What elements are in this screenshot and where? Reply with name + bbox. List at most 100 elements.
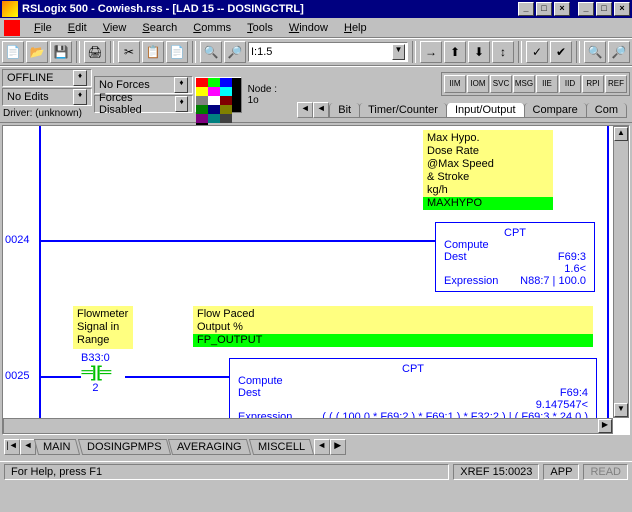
find-next-button[interactable]: 🔎: [224, 41, 246, 63]
rung24-comment[interactable]: Max Hypo. Dose Rate @Max Speed & Stroke …: [423, 130, 553, 210]
node-label: Node : 1o: [248, 84, 290, 106]
instr-ref[interactable]: REF: [605, 75, 627, 93]
menu-window[interactable]: Window: [281, 20, 336, 36]
menu-tools[interactable]: Tools: [239, 20, 281, 36]
address-input[interactable]: [251, 46, 392, 58]
online-status[interactable]: OFFLINE♦: [2, 69, 92, 87]
btab-misc[interactable]: MISCELL: [249, 439, 314, 455]
menu-edit[interactable]: Edit: [60, 20, 95, 36]
instr-iid[interactable]: IID: [559, 75, 581, 93]
save-button[interactable]: 💾: [50, 41, 72, 63]
minimize-button[interactable]: _: [578, 2, 594, 16]
status-read: READ: [583, 464, 628, 480]
zoom-in-button[interactable]: 🔍: [584, 41, 606, 63]
cut-button[interactable]: ✂: [118, 41, 140, 63]
instr-rpi[interactable]: RPI: [582, 75, 604, 93]
btab-main[interactable]: MAIN: [34, 439, 80, 455]
vscrollbar[interactable]: ▲ ▼: [613, 126, 629, 418]
instr-svc[interactable]: SVC: [490, 75, 512, 93]
menu-comms[interactable]: Comms: [185, 20, 239, 36]
tab-io[interactable]: Input/Output: [446, 103, 525, 118]
color-palette[interactable]: [195, 77, 241, 113]
scroll-up-button[interactable]: ▲: [614, 127, 628, 141]
maximize-button[interactable]: □: [596, 2, 612, 16]
verify-all-button[interactable]: ✔: [550, 41, 572, 63]
rung24-wire: [41, 240, 436, 242]
scroll-right-button[interactable]: ▶: [598, 419, 612, 433]
file-tabs: |◄ ◄ MAIN DOSINGPMPS AVERAGING MISCELL ◄…: [0, 437, 632, 457]
forces-enabled-status[interactable]: Forces Disabled♦: [94, 95, 193, 113]
address-dropdown[interactable]: ▼: [392, 44, 405, 60]
child-restore-button[interactable]: □: [536, 2, 552, 16]
prev-button[interactable]: ⬆: [444, 41, 466, 63]
btab-dosing[interactable]: DOSINGPMPS: [77, 439, 170, 455]
statusbar: For Help, press F1 XREF 15:0023 APP READ: [0, 461, 632, 481]
driver-label: Driver: (unknown): [2, 107, 92, 120]
rung24-number[interactable]: 0024: [5, 234, 29, 246]
status-xref: XREF 15:0023: [453, 464, 539, 480]
instr-iom[interactable]: IOM: [467, 75, 489, 93]
rung25-contact[interactable]: B33:0 ═] [═ 2: [81, 352, 110, 394]
copy-button[interactable]: 📋: [142, 41, 164, 63]
rung25-number[interactable]: 0025: [5, 370, 29, 382]
contact-bit: 2: [81, 382, 110, 394]
find-button[interactable]: 🔍: [200, 41, 222, 63]
btab-nav-last[interactable]: ▶: [330, 439, 346, 455]
cpt-compute-label: Compute: [444, 239, 489, 251]
paste-button[interactable]: 📄: [166, 41, 188, 63]
rung24-cpt-block[interactable]: CPT Compute DestF69:3 1.6< ExpressionN88…: [435, 222, 595, 292]
tab-timer[interactable]: Timer/Counter: [359, 103, 447, 118]
window-title: RSLogix 500 - Cowiesh.rss - [LAD 15 -- D…: [22, 3, 518, 15]
step-button[interactable]: ↕: [492, 41, 514, 63]
cpt2-dest-val: F69:4: [560, 387, 588, 399]
btab-nav-first[interactable]: |◄: [4, 439, 20, 455]
instr-iie[interactable]: IIE: [536, 75, 558, 93]
main-toolbar: 📄 📂 💾 🖨 ✂ 📋 📄 🔍 🔎 ▼ → ⬆ ⬇ ↕ ✓ ✔ 🔍 🔎: [0, 38, 632, 66]
menu-view[interactable]: View: [95, 20, 135, 36]
cpt-expr-val: N88:7 | 100.0: [520, 275, 586, 287]
tab-nav-prev[interactable]: ◄: [313, 102, 329, 118]
doc-icon: [4, 20, 20, 36]
rung25-contact-comment[interactable]: Flowmeter Signal in Range: [73, 306, 133, 349]
menu-file[interactable]: File: [26, 20, 60, 36]
rung25-wire2: [125, 376, 230, 378]
edits-status[interactable]: No Edits♦: [2, 88, 92, 106]
rung24-tag: MAXHYPO: [423, 197, 553, 210]
cpt2-title: CPT: [398, 363, 428, 375]
rung25-out-comment[interactable]: Flow Paced Output %FP_OUTPUT: [193, 306, 593, 347]
tab-bit[interactable]: Bit: [329, 103, 360, 118]
cpt-expr-label: Expression: [444, 275, 498, 287]
close-button[interactable]: ×: [614, 2, 630, 16]
open-button[interactable]: 📂: [26, 41, 48, 63]
zoom-out-button[interactable]: 🔎: [608, 41, 630, 63]
right-rail: [607, 126, 609, 434]
tab-com[interactable]: Com: [586, 103, 627, 118]
goto-button[interactable]: →: [420, 41, 442, 63]
scroll-down-button[interactable]: ▼: [614, 403, 628, 417]
btab-nav-next[interactable]: ◄: [314, 439, 330, 455]
hscrollbar[interactable]: ▶: [3, 418, 613, 434]
instr-msg[interactable]: MSG: [513, 75, 535, 93]
address-combo[interactable]: ▼: [248, 42, 408, 62]
menubar: File Edit View Search Comms Tools Window…: [0, 18, 632, 38]
left-rail: [39, 126, 41, 434]
btab-avg[interactable]: AVERAGING: [168, 439, 251, 455]
menu-search[interactable]: Search: [134, 20, 185, 36]
print-button[interactable]: 🖨: [84, 41, 106, 63]
cpt-dest-label: Dest: [444, 251, 467, 263]
ladder-editor[interactable]: Max Hypo. Dose Rate @Max Speed & Stroke …: [2, 125, 630, 435]
next-button[interactable]: ⬇: [468, 41, 490, 63]
cpt2-dest-label: Dest: [238, 387, 261, 399]
child-close-button[interactable]: ×: [554, 2, 570, 16]
verify-button[interactable]: ✓: [526, 41, 548, 63]
tab-compare[interactable]: Compare: [524, 103, 587, 118]
child-min-button[interactable]: _: [518, 2, 534, 16]
contact-addr: B33:0: [81, 352, 110, 364]
new-button[interactable]: 📄: [2, 41, 24, 63]
tab-nav-first[interactable]: ◄: [297, 102, 313, 118]
rung25-wire1: [41, 376, 81, 378]
cpt2-dest-num: 9.147547<: [536, 399, 588, 411]
status-app: APP: [543, 464, 579, 480]
menu-help[interactable]: Help: [336, 20, 375, 36]
instr-iim[interactable]: IIM: [444, 75, 466, 93]
